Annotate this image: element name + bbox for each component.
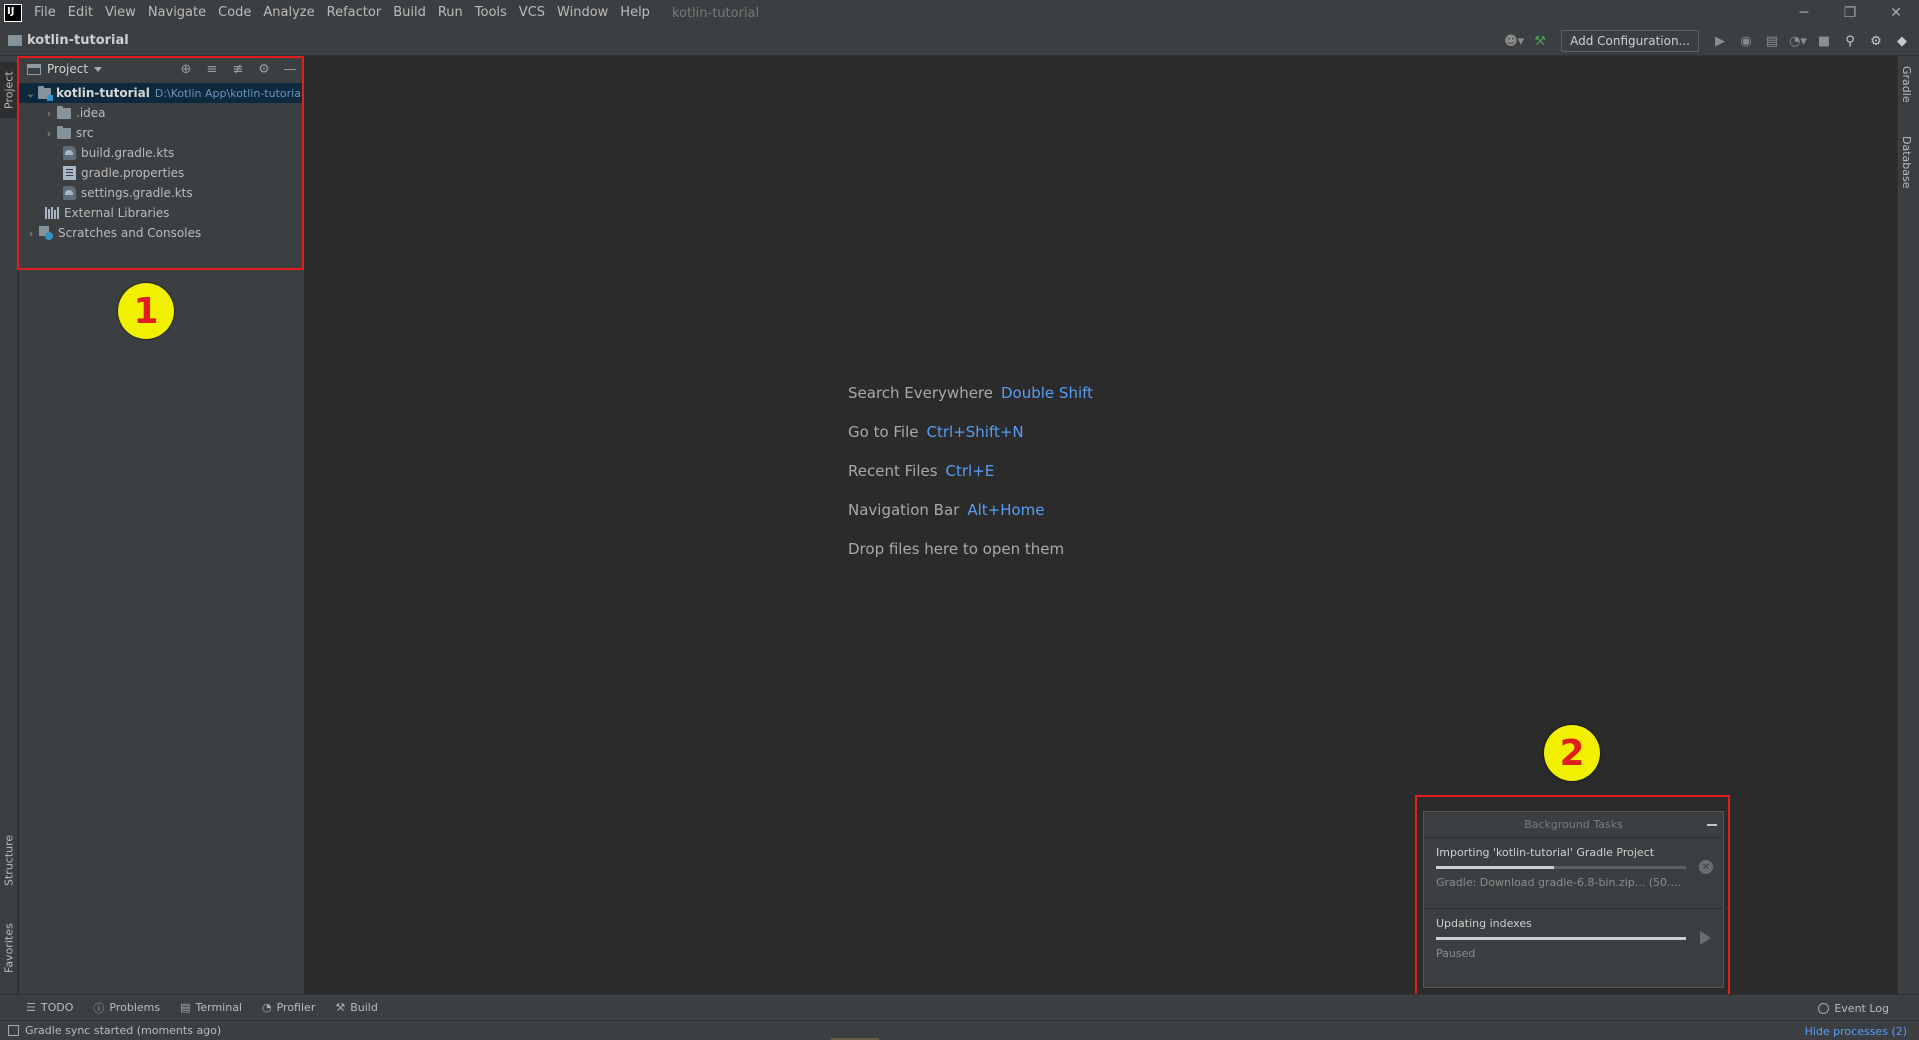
editor-empty-hints: Search Everywhere Double Shift Go to Fil… <box>848 373 1093 568</box>
tool-tab-terminal[interactable]: ▤ Terminal <box>180 1001 242 1014</box>
tool-tab-label: Event Log <box>1834 1001 1889 1015</box>
hint-shortcut: Alt+Home <box>967 500 1045 519</box>
stripe-tab-database[interactable]: Database <box>1900 136 1913 189</box>
menu-window[interactable]: Window <box>551 0 614 26</box>
hint-search-everywhere: Search Everywhere Double Shift <box>848 373 1093 412</box>
tool-tab-todo[interactable]: ☰ TODO <box>26 1001 73 1014</box>
add-configuration-button[interactable]: Add Configuration... <box>1561 30 1699 52</box>
hint-shortcut: Ctrl+Shift+N <box>926 422 1024 441</box>
minimize-icon[interactable]: ─ <box>1781 0 1827 26</box>
debug-icon[interactable]: ◉ <box>1735 30 1757 52</box>
gear-icon[interactable]: ⚙ <box>1865 30 1887 52</box>
hammer-icon: ⚒ <box>335 1001 346 1014</box>
menu-view[interactable]: View <box>99 0 142 26</box>
left-tool-stripe: Project Structure Favorites <box>0 56 18 994</box>
list-icon: ☰ <box>26 1001 36 1014</box>
user-icon[interactable]: ☻▾ <box>1503 30 1525 52</box>
background-tasks-popup: Background Tasks Importing 'kotlin-tutor… <box>1423 811 1724 988</box>
menu-build[interactable]: Build <box>387 0 432 26</box>
stripe-tab-structure[interactable]: Structure <box>0 826 18 894</box>
menu-refactor[interactable]: Refactor <box>321 0 388 26</box>
stop-icon[interactable]: ■ <box>1813 30 1835 52</box>
task-gradle-import: Importing 'kotlin-tutorial' Gradle Proje… <box>1424 838 1723 908</box>
tool-tab-label: Profiler <box>276 1001 316 1014</box>
hint-recent-files: Recent Files Ctrl+E <box>848 451 1093 490</box>
background-tasks-header: Background Tasks <box>1424 812 1723 838</box>
annotation-box-1 <box>17 56 304 270</box>
search-icon[interactable]: ⚲ <box>1839 30 1861 52</box>
terminal-icon: ▤ <box>180 1001 191 1014</box>
hint-label: Search Everywhere <box>848 383 993 402</box>
right-tool-stripe: Gradle Database <box>1897 56 1919 994</box>
progress-bar <box>1436 937 1686 940</box>
hint-shortcut: Double Shift <box>1001 383 1094 402</box>
hide-processes-link[interactable]: Hide processes (2) <box>1805 1021 1907 1040</box>
resume-icon[interactable] <box>1700 931 1711 945</box>
hint-shortcut: Ctrl+E <box>945 461 995 480</box>
menu-navigate[interactable]: Navigate <box>142 0 212 26</box>
window-title: kotlin-tutorial <box>671 5 760 21</box>
progress-bar <box>1436 866 1686 869</box>
tool-tab-event-log[interactable]: Event Log <box>1818 995 1889 1021</box>
menu-bar: File Edit View Navigate Code Analyze Ref… <box>0 0 1919 26</box>
intellij-logo-icon <box>4 4 22 22</box>
status-bar: Gradle sync started (moments ago) Hide p… <box>0 1020 1919 1040</box>
menu-file[interactable]: File <box>28 0 62 26</box>
menu-run[interactable]: Run <box>432 0 469 26</box>
stripe-tab-favorites[interactable]: Favorites <box>0 916 18 980</box>
menu-code[interactable]: Code <box>212 0 257 26</box>
hint-drop-files: Drop files here to open them <box>848 529 1093 568</box>
window-controls: ─ ❐ ✕ <box>1781 0 1919 26</box>
hammer-icon[interactable]: ⚒ <box>1529 30 1551 52</box>
profiler-icon: ◔ <box>262 1001 272 1014</box>
tool-tab-label: Terminal <box>195 1001 243 1014</box>
progress-fill <box>1436 866 1554 869</box>
task-status: Gradle: Download gradle-6.8-bin.zip... (… <box>1436 876 1682 889</box>
tool-tab-profiler[interactable]: ◔ Profiler <box>262 1001 315 1014</box>
hint-label: Recent Files <box>848 461 938 480</box>
hint-navigation-bar: Navigation Bar Alt+Home <box>848 490 1093 529</box>
profile-icon[interactable]: ◔▾ <box>1787 30 1809 52</box>
task-title: Importing 'kotlin-tutorial' Gradle Proje… <box>1436 846 1655 859</box>
menu-analyze[interactable]: Analyze <box>257 0 320 26</box>
tool-tab-problems[interactable]: ⓘ Problems <box>93 1000 160 1016</box>
tool-tab-build[interactable]: ⚒ Build <box>335 1001 378 1014</box>
tool-tab-label: Problems <box>109 1001 161 1014</box>
breadcrumb-project[interactable]: kotlin-tutorial <box>27 33 129 48</box>
menu-help[interactable]: Help <box>614 0 656 26</box>
event-log-icon <box>1818 1002 1830 1014</box>
coverage-icon[interactable]: ▤ <box>1761 30 1783 52</box>
folder-icon <box>8 35 22 46</box>
stripe-tab-gradle[interactable]: Gradle <box>1900 66 1913 103</box>
run-icon[interactable]: ▶ <box>1709 30 1731 52</box>
status-message: Gradle sync started (moments ago) <box>25 1024 222 1037</box>
stripe-tab-project[interactable]: Project <box>0 62 18 118</box>
tool-window-bar: ☰ TODO ⓘ Problems ▤ Terminal ◔ Profiler ⚒ Bui… <box>0 994 1919 1020</box>
restore-icon[interactable]: ❐ <box>1827 0 1873 26</box>
main-toolbar: ☻▾ ⚒ Add Configuration... ▶ ◉ ▤ ◔▾ ■ ⚲ ⚙… <box>1503 26 1919 56</box>
annotation-marker-2: 2 <box>1544 725 1600 781</box>
minimize-icon[interactable] <box>1707 824 1717 826</box>
toggle-tool-windows-icon[interactable] <box>8 1025 19 1036</box>
tool-tab-label: Build <box>350 1001 378 1014</box>
menu-vcs[interactable]: VCS <box>513 0 551 26</box>
close-icon[interactable]: ✕ <box>1873 0 1919 26</box>
background-tasks-title: Background Tasks <box>1524 818 1623 831</box>
toolbox-icon[interactable]: ◆ <box>1891 30 1913 52</box>
hint-label: Go to File <box>848 422 919 441</box>
progress-fill <box>1436 937 1686 940</box>
navigation-bar: kotlin-tutorial ☻▾ ⚒ Add Configuration..… <box>0 26 1919 56</box>
cancel-task-icon[interactable]: ✕ <box>1699 860 1713 874</box>
task-title: Updating indexes <box>1436 917 1532 930</box>
hint-label: Drop files here to open them <box>848 539 1065 558</box>
menu-edit[interactable]: Edit <box>62 0 99 26</box>
task-status: Paused <box>1436 947 1476 960</box>
hint-label: Navigation Bar <box>848 500 960 519</box>
tool-tab-label: TODO <box>40 1001 74 1014</box>
task-updating-indexes: Updating indexes Paused <box>1424 908 1723 978</box>
annotation-marker-1: 1 <box>118 283 174 339</box>
hint-go-to-file: Go to File Ctrl+Shift+N <box>848 412 1093 451</box>
info-icon: ⓘ <box>93 1001 105 1015</box>
menu-tools[interactable]: Tools <box>469 0 513 26</box>
